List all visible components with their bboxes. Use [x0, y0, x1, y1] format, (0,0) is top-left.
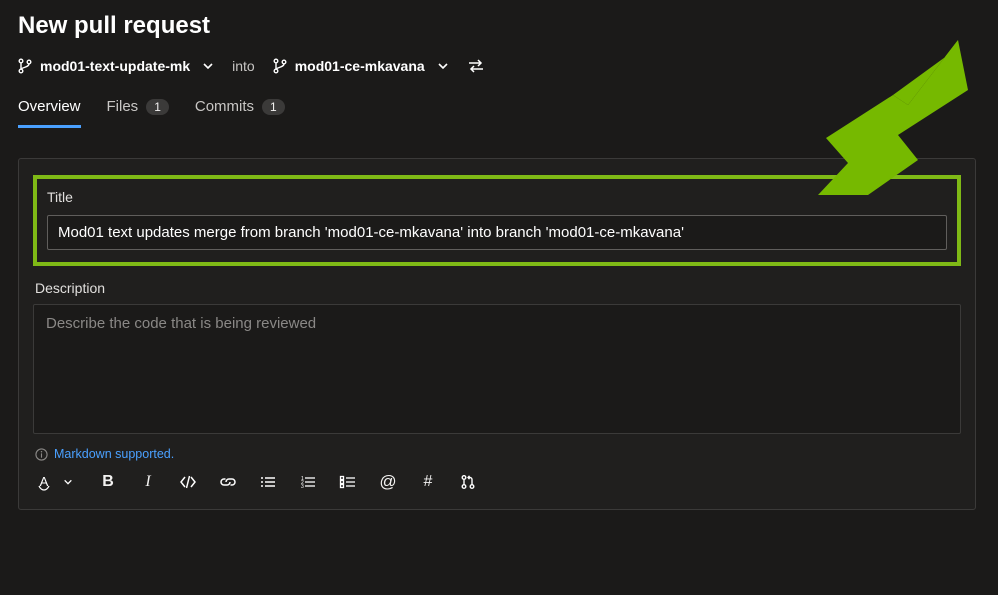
info-icon [35, 448, 48, 461]
editor-toolbar: A B I [33, 471, 961, 493]
numbered-list-button[interactable]: 1 2 3 [299, 471, 317, 493]
chevron-down-icon [437, 60, 449, 72]
svg-text:3: 3 [301, 484, 304, 489]
chevron-down-icon [202, 60, 214, 72]
branch-selector-row: mod01-text-update-mk into mod01-ce-mkava… [18, 58, 980, 74]
bullet-list-button[interactable] [259, 471, 277, 493]
markdown-note-text: Markdown supported. [54, 447, 174, 461]
font-color-chevron[interactable] [59, 471, 77, 493]
target-branch-name: mod01-ce-mkavana [295, 58, 425, 74]
tab-label: Commits [195, 98, 254, 115]
hash-button[interactable]: # [419, 471, 437, 493]
source-branch-name: mod01-text-update-mk [40, 58, 190, 74]
branch-icon [273, 58, 287, 74]
font-color-button[interactable]: A [35, 471, 53, 493]
tab-label: Overview [18, 98, 81, 115]
branch-icon [18, 58, 32, 74]
pull-request-link-button[interactable] [459, 471, 477, 493]
commits-count-badge: 1 [262, 99, 285, 115]
description-label: Description [35, 280, 961, 296]
mention-button[interactable]: @ [379, 471, 397, 493]
tab-commits[interactable]: Commits 1 [195, 98, 285, 128]
source-branch-select[interactable]: mod01-text-update-mk [18, 58, 214, 74]
title-label: Title [47, 189, 947, 205]
code-button[interactable] [179, 471, 197, 493]
target-branch-select[interactable]: mod01-ce-mkavana [273, 58, 449, 74]
svg-text:A: A [40, 474, 49, 489]
tabs-row: Overview Files 1 Commits 1 [18, 98, 980, 128]
title-input[interactable] [47, 215, 947, 250]
description-textarea[interactable] [33, 304, 961, 434]
swap-branches-button[interactable] [467, 59, 485, 73]
into-label: into [232, 58, 255, 74]
page-title: New pull request [18, 12, 980, 40]
tab-files[interactable]: Files 1 [107, 98, 169, 128]
bold-button[interactable]: B [99, 471, 117, 493]
tab-overview[interactable]: Overview [18, 98, 81, 128]
markdown-supported-link[interactable]: Markdown supported. [35, 447, 961, 461]
tab-label: Files [107, 98, 139, 115]
title-field-group: Title [33, 175, 961, 266]
link-button[interactable] [219, 471, 237, 493]
italic-button[interactable]: I [139, 471, 157, 493]
checklist-button[interactable] [339, 471, 357, 493]
files-count-badge: 1 [146, 99, 169, 115]
pr-form-card: Title Description Markdown supported. A [18, 158, 976, 510]
